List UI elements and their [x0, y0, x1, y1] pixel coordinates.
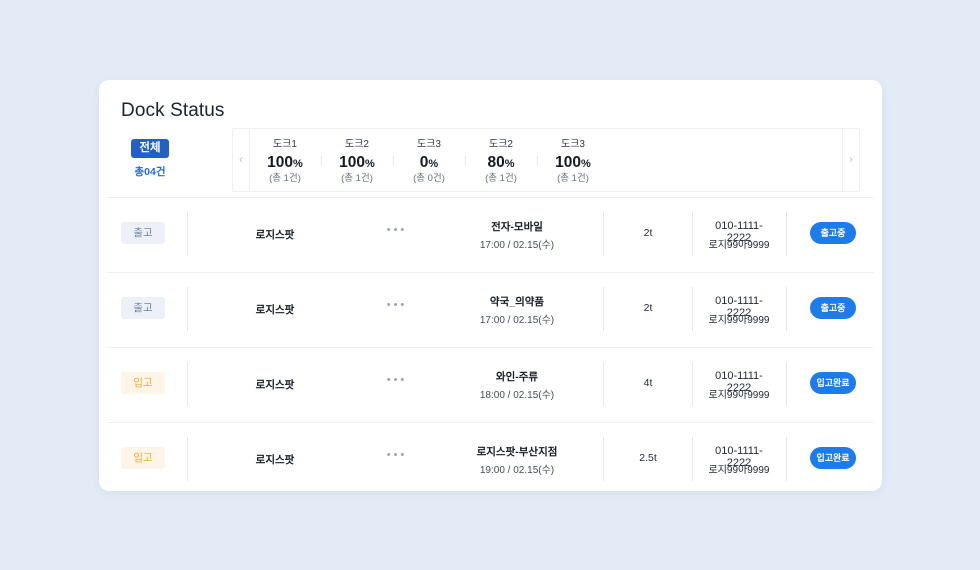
- dock-percent: 100%: [555, 154, 591, 171]
- status-button[interactable]: 출고중: [810, 222, 856, 244]
- dock-item[interactable]: 도크2 80% (총 1건): [465, 129, 537, 191]
- type-badge: 입고: [121, 372, 165, 394]
- schedule-time: 18:00 / 02.15(수): [479, 390, 555, 401]
- dock-percent: 100%: [267, 154, 303, 171]
- chevron-left-icon[interactable]: ‹: [233, 129, 250, 191]
- more-dots-icon[interactable]: •••: [377, 374, 417, 386]
- column-divider: [786, 287, 787, 331]
- schedule-time: 19:00 / 02.15(수): [479, 465, 555, 476]
- dock-count: (총 1건): [269, 173, 301, 184]
- more-dots-icon[interactable]: •••: [377, 449, 417, 461]
- dock-name: 도크2: [489, 139, 513, 150]
- chevron-right-icon[interactable]: ›: [842, 129, 859, 191]
- column-divider: [692, 362, 693, 406]
- status-button[interactable]: 입고완료: [810, 372, 856, 394]
- column-divider: [603, 287, 604, 331]
- dock-name: 도크3: [417, 139, 441, 150]
- dock-percent: 100%: [339, 154, 375, 171]
- dock-item[interactable]: 도크2 100% (총 1건): [321, 129, 393, 191]
- dock-name: 도크2: [345, 139, 369, 150]
- column-divider: [692, 437, 693, 481]
- tonnage: 2.5t: [639, 452, 657, 464]
- goods-name: 와인-주류: [495, 371, 539, 383]
- type-badge: 출고: [121, 297, 165, 319]
- dock-count: (총 1건): [557, 173, 589, 184]
- page-title: Dock Status: [121, 100, 225, 121]
- tonnage: 2t: [643, 227, 653, 239]
- goods-name: 전자-모바일: [491, 221, 543, 233]
- dock-status-card: Dock Status 전체 총04건 ‹ 도크1 100% (총 1건) 도크…: [99, 80, 882, 491]
- more-dots-icon[interactable]: •••: [377, 224, 417, 236]
- vehicle-plate: 로지99아9999: [708, 465, 770, 476]
- company-name: 로지스팟: [255, 454, 295, 466]
- dock-count: (총 1건): [485, 173, 517, 184]
- column-divider: [187, 212, 188, 256]
- all-filter-badge[interactable]: 전체: [131, 139, 169, 158]
- dock-carousel: ‹ 도크1 100% (총 1건) 도크2 100% (총 1건) 도크3 0%…: [232, 128, 860, 192]
- column-divider: [603, 437, 604, 481]
- company-name: 로지스팟: [255, 229, 295, 241]
- vehicle-plate: 로지99아9999: [708, 390, 770, 401]
- column-divider: [187, 287, 188, 331]
- schedule-time: 17:00 / 02.15(수): [479, 315, 555, 326]
- dock-name: 도크3: [561, 139, 585, 150]
- column-divider: [603, 362, 604, 406]
- column-divider: [692, 287, 693, 331]
- column-divider: [786, 212, 787, 256]
- table-row[interactable]: 출고 로지스팟 ••• 전자-모바일 17:00 / 02.15(수) 2t 0…: [107, 197, 874, 272]
- table-row[interactable]: 출고 로지스팟 ••• 약국_의약품 17:00 / 02.15(수) 2t 0…: [107, 272, 874, 347]
- dock-list: 도크1 100% (총 1건) 도크2 100% (총 1건) 도크3 0% (…: [249, 129, 609, 191]
- status-button[interactable]: 출고중: [810, 297, 856, 319]
- type-badge: 입고: [121, 447, 165, 469]
- type-badge: 출고: [121, 222, 165, 244]
- dock-name: 도크1: [273, 139, 297, 150]
- table-row[interactable]: 입고 로지스팟 ••• 와인-주류 18:00 / 02.15(수) 4t 01…: [107, 347, 874, 422]
- company-name: 로지스팟: [255, 379, 295, 391]
- total-count: 총04건: [134, 166, 166, 178]
- vehicle-plate: 로지99아9999: [708, 315, 770, 326]
- column-divider: [603, 212, 604, 256]
- company-name: 로지스팟: [255, 304, 295, 316]
- goods-name: 로지스팟-부산지점: [476, 446, 558, 458]
- column-divider: [786, 437, 787, 481]
- tonnage: 4t: [643, 377, 653, 389]
- column-divider: [187, 437, 188, 481]
- dock-count: (총 0건): [413, 173, 445, 184]
- tonnage: 2t: [643, 302, 653, 314]
- dock-percent: 80%: [487, 154, 515, 171]
- vehicle-plate: 로지99아9999: [708, 240, 770, 251]
- dock-item[interactable]: 도크3 100% (총 1건): [537, 129, 609, 191]
- dock-count: (총 1건): [341, 173, 373, 184]
- more-dots-icon[interactable]: •••: [377, 299, 417, 311]
- dock-schedule-list: 출고 로지스팟 ••• 전자-모바일 17:00 / 02.15(수) 2t 0…: [99, 197, 882, 491]
- column-divider: [786, 362, 787, 406]
- column-divider: [692, 212, 693, 256]
- table-row[interactable]: 입고 로지스팟 ••• 로지스팟-부산지점 19:00 / 02.15(수) 2…: [107, 422, 874, 491]
- dock-percent: 0%: [419, 154, 439, 171]
- schedule-time: 17:00 / 02.15(수): [479, 240, 555, 251]
- dock-item[interactable]: 도크3 0% (총 0건): [393, 129, 465, 191]
- status-button[interactable]: 입고완료: [810, 447, 856, 469]
- column-divider: [187, 362, 188, 406]
- dock-item[interactable]: 도크1 100% (총 1건): [249, 129, 321, 191]
- goods-name: 약국_의약품: [489, 296, 545, 308]
